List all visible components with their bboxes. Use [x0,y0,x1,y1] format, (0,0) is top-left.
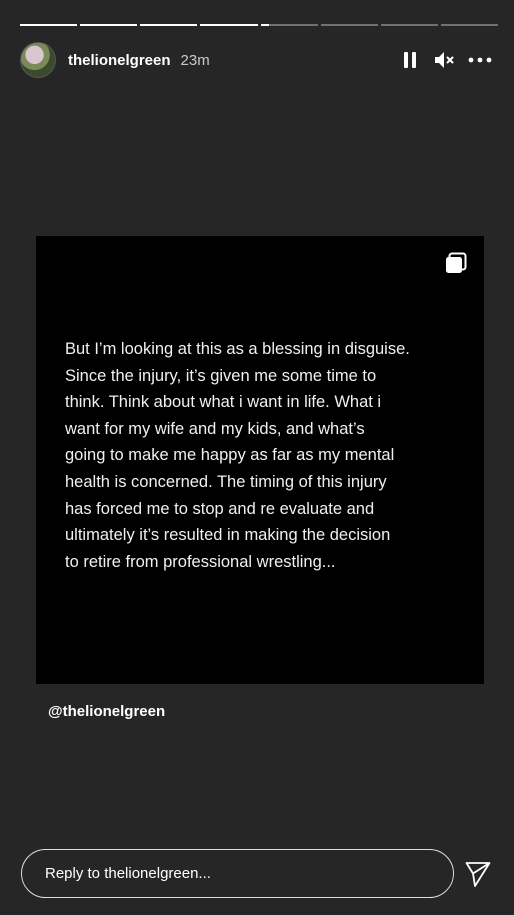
avatar[interactable] [20,42,56,78]
pause-icon[interactable] [398,48,422,72]
story-controls [398,48,494,72]
progress-segment [440,24,498,26]
progress-segment-fill [200,24,258,26]
progress-segment [20,24,78,26]
reply-input[interactable]: Reply to thelionelgreen... [21,849,454,898]
story-progress-bar [20,24,498,26]
progress-segment [320,24,378,26]
progress-segment [380,24,438,26]
username[interactable]: thelionelgreen [68,52,171,69]
story-header: thelionelgreen 23m [20,40,494,80]
more-options-icon[interactable] [466,48,494,72]
story-post[interactable]: But I’m looking at this as a blessing in… [36,236,484,684]
post-text: But I’m looking at this as a blessing in… [65,340,410,571]
progress-segment [140,24,198,26]
progress-segment-fill [20,24,78,26]
progress-segment-fill [260,24,270,26]
send-icon[interactable] [464,860,492,893]
progress-segment-fill [140,24,198,26]
progress-segment [200,24,258,26]
post-time: 23m [180,51,210,69]
reply-placeholder: Reply to thelionelgreen... [45,865,211,882]
multiple-posts-icon [444,252,468,281]
progress-segment-fill [80,24,138,26]
mention-link[interactable]: @thelionelgreen [48,703,165,720]
muted-speaker-icon[interactable] [432,48,456,72]
progress-segment [80,24,138,26]
progress-segment [260,24,318,26]
